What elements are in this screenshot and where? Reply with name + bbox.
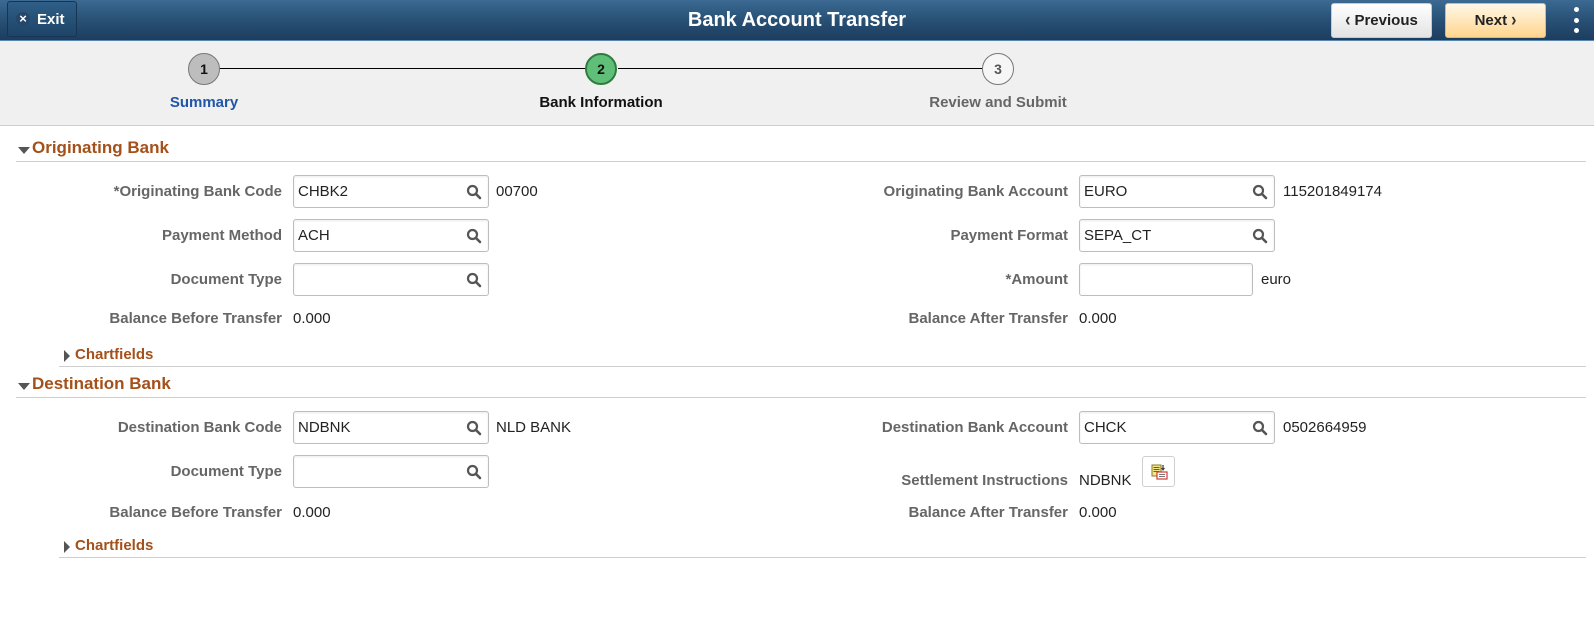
originating-bank-code-field[interactable]: [293, 175, 489, 208]
settlement-document-icon: [1151, 464, 1168, 480]
chevron-right-icon: ›: [1511, 9, 1517, 31]
destination-document-type-input[interactable]: [294, 456, 488, 487]
close-icon: ×: [16, 12, 30, 26]
payment-format-label: Payment Format: [950, 227, 1068, 244]
destination-bank-section-toggle[interactable]: Destination Bank: [16, 374, 1586, 398]
search-icon[interactable]: [1252, 184, 1268, 200]
originating-bank-account-field[interactable]: [1079, 175, 1275, 208]
search-icon[interactable]: [466, 464, 482, 480]
originating-balance-after-value: 0.000: [1079, 310, 1117, 327]
exit-label: Exit: [37, 10, 65, 28]
originating-chartfields-toggle[interactable]: Chartfields: [59, 346, 1586, 367]
originating-bank-account-label: Originating Bank Account: [883, 183, 1068, 200]
settlement-instructions-label: Settlement Instructions: [901, 472, 1068, 489]
actions-menu-icon[interactable]: [1570, 7, 1582, 33]
originating-chartfields-title: Chartfields: [75, 346, 154, 363]
destination-balance-after-label: Balance After Transfer: [908, 504, 1068, 521]
destination-balance-before-label: Balance Before Transfer: [109, 504, 282, 521]
chevron-left-icon: ‹: [1345, 9, 1351, 31]
collapse-triangle-icon: [18, 383, 30, 390]
originating-balance-before-label: Balance Before Transfer: [109, 310, 282, 327]
expand-triangle-icon: [64, 541, 70, 553]
settlement-details-button[interactable]: [1142, 456, 1175, 487]
amount-field[interactable]: [1079, 263, 1253, 296]
destination-bank-code-input[interactable]: [294, 412, 488, 443]
exit-button[interactable]: × Exit: [7, 1, 77, 37]
destination-bank-account-field[interactable]: [1079, 411, 1275, 444]
destination-document-type-label: Document Type: [170, 463, 282, 480]
previous-button[interactable]: ‹ Previous: [1331, 3, 1432, 38]
step-1-label[interactable]: Summary: [84, 94, 324, 111]
amount-currency: euro: [1261, 271, 1292, 288]
kebab-dot: [1573, 17, 1579, 23]
previous-label: Previous: [1354, 12, 1418, 29]
next-button[interactable]: Next ›: [1445, 3, 1546, 38]
kebab-dot: [1573, 28, 1579, 33]
search-icon[interactable]: [466, 420, 482, 436]
originating-document-type-input[interactable]: [294, 264, 488, 295]
search-icon[interactable]: [466, 184, 482, 200]
expand-triangle-icon: [64, 350, 70, 362]
originating-document-type-label: Document Type: [170, 271, 282, 288]
destination-bank-code-label: Destination Bank Code: [117, 419, 282, 436]
originating-bank-section-toggle[interactable]: Originating Bank: [16, 138, 1586, 162]
originating-document-type-field[interactable]: [293, 263, 489, 296]
originating-balance-before-value: 0.000: [293, 310, 331, 327]
payment-format-field[interactable]: [1079, 219, 1275, 252]
originating-bank-code-input[interactable]: [294, 176, 488, 207]
destination-balance-after-value: 0.000: [1079, 504, 1117, 521]
destination-bank-account-number: 0502664959: [1283, 419, 1367, 436]
destination-bank-code-description: NLD BANK: [496, 419, 572, 436]
originating-bank-account-number: 115201849174: [1283, 183, 1382, 200]
search-icon[interactable]: [466, 272, 482, 288]
step-connector: [218, 68, 588, 69]
destination-chartfields-toggle[interactable]: Chartfields: [59, 537, 1586, 558]
amount-label: *Amount: [1005, 271, 1069, 288]
destination-balance-before-value: 0.000: [293, 504, 331, 521]
step-connector: [618, 68, 986, 69]
originating-balance-after-label: Balance After Transfer: [908, 310, 1068, 327]
settlement-instructions-value: NDBNK: [1079, 472, 1132, 489]
step-1-circle[interactable]: 1: [188, 53, 220, 85]
kebab-dot: [1573, 7, 1579, 12]
step-2-circle[interactable]: 2: [585, 53, 617, 85]
collapse-triangle-icon: [18, 147, 30, 154]
destination-bank-account-label: Destination Bank Account: [881, 419, 1068, 436]
payment-method-input[interactable]: [294, 220, 488, 251]
step-2-label[interactable]: Bank Information: [481, 94, 721, 111]
originating-bank-title: Originating Bank: [32, 138, 169, 157]
step-3-circle[interactable]: 3: [982, 53, 1014, 85]
destination-bank-code-field[interactable]: [293, 411, 489, 444]
destination-bank-title: Destination Bank: [32, 374, 171, 393]
search-icon[interactable]: [1252, 420, 1268, 436]
destination-chartfields-title: Chartfields: [75, 537, 154, 554]
destination-bank-account-input[interactable]: [1080, 412, 1274, 443]
amount-input[interactable]: [1080, 264, 1252, 295]
payment-method-label: Payment Method: [161, 227, 282, 244]
destination-document-type-field[interactable]: [293, 455, 489, 488]
search-icon[interactable]: [466, 228, 482, 244]
payment-format-input[interactable]: [1080, 220, 1274, 251]
page-header: Bank Account Transfer × Exit ‹ Previous …: [0, 0, 1594, 41]
originating-bank-code-description: 00700: [496, 183, 538, 200]
originating-bank-code-label: *Originating Bank Code: [113, 183, 282, 200]
originating-bank-account-input[interactable]: [1080, 176, 1274, 207]
step-3-label[interactable]: Review and Submit: [878, 94, 1118, 111]
payment-method-field[interactable]: [293, 219, 489, 252]
next-label: Next: [1474, 12, 1508, 29]
step-train: 1 Summary 2 Bank Information 3 Review an…: [0, 41, 1594, 126]
search-icon[interactable]: [1252, 228, 1268, 244]
